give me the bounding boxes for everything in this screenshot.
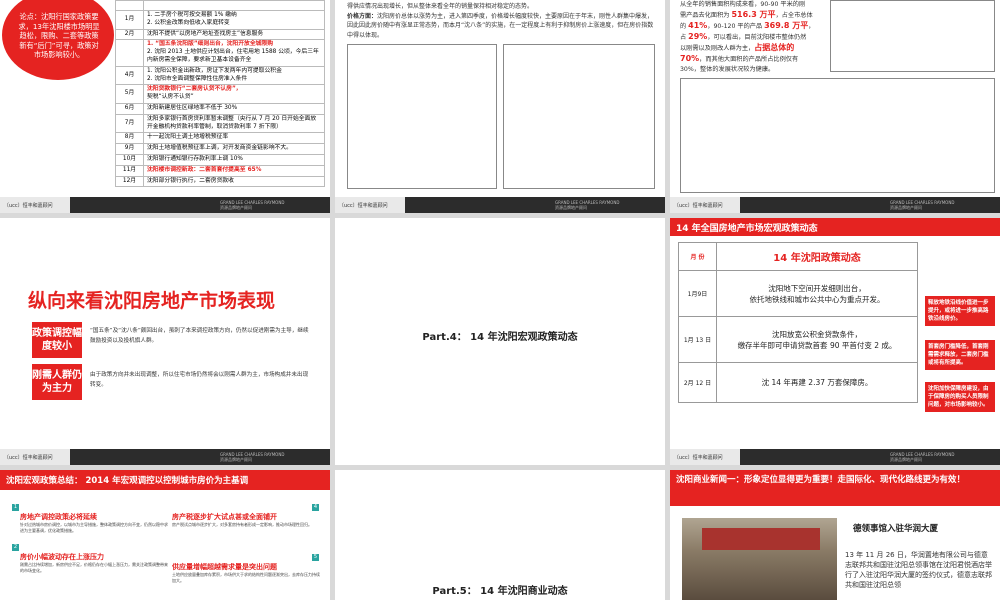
- desc-demand: 由于政策方向并未出现调整，所以住宅市场仍然将会以刚需人群为主，市场构成并未出现转…: [90, 372, 309, 388]
- footer-bar: 〔ucc〕恒丰和嘉顾问 GRAND LEE CHARLES RAYMOND 资源…: [670, 197, 1000, 213]
- note-box: 释放地铁沿线价值进一步提升，或将进一步推高路铁沿线房价。: [925, 296, 995, 326]
- footer-tagline: GRAND LEE CHARLES RAYMOND 资源品牌地产顾问: [890, 452, 955, 462]
- policy-dynamics-table: 月 份 14 年沈阳政策动态 1月9日 沈阳地下空间开发细则出台， 依托地铁线和…: [678, 242, 918, 403]
- table-row: 8月 十一起沈阳土调土地增税预征率: [115, 132, 325, 145]
- label-policy: 政策调控幅度较小: [32, 322, 82, 358]
- footer-bar: 〔ucc〕恒丰和嘉顾问 GRAND LEE CHARLES RAYMOND 资源…: [335, 197, 665, 213]
- footer-tagline: GRAND LEE CHARLES RAYMOND 资源品牌地产顾问: [890, 200, 955, 210]
- note-box: 首套房门槛降低，首套刚需需求释放，二套房门槛或将有所提高。: [925, 340, 995, 370]
- item-number: 5: [312, 554, 319, 561]
- item-number: 2: [12, 544, 19, 551]
- table-row: 4月 1. 沈阳公积金出新政，房证下发两年内可提取公积金 2. 沈阳市全面调整保障…: [115, 65, 325, 86]
- table-row: 1. “国五条沈阳版”细则出台，沈阳开放全城限购 2. 沈阳 2013 土地供应计…: [115, 39, 325, 67]
- summary-item: 房产税逐步扩大试点甚或全面铺开 房产税试点城市逐步扩大，对多套房持有者形成一定影响…: [172, 513, 312, 527]
- table-header-row: 月 份 14 年沈阳政策动态: [678, 242, 918, 271]
- note-box: 沈阳加快保障房建设，由于保障房的购买人员限制问题，对市场影响较小。: [925, 382, 995, 412]
- slide-market-overview[interactable]: 纵向来看沈阳房地产市场表现 政策调控幅度较小 “国五条”及“沈八条”颇回出台，虽…: [0, 218, 330, 465]
- company-logo: 〔ucc〕恒丰和嘉顾问: [670, 449, 740, 465]
- company-logo: 〔ucc〕恒丰和嘉顾问: [0, 449, 70, 465]
- footer-tagline: GRAND LEE CHARLES RAYMOND 资源品牌地产顾问: [220, 452, 285, 462]
- table-row: 2月 沈阳不提供“以房地产地址查找房主”信息服务: [115, 28, 325, 41]
- slide-policy-summary[interactable]: 沈阳宏观政策总结： 2014 年宏观调控以控制城市房价为主基调 1 房地产调控政…: [0, 470, 330, 600]
- slide-part5-divider[interactable]: Part.5： 14 年沈阳商业动态: [335, 470, 665, 600]
- item-number: 1: [12, 504, 19, 511]
- chart-placeholder-right: [503, 44, 655, 189]
- news-photo: [682, 518, 837, 600]
- slide-part4-divider[interactable]: Part.4： 14 年沈阳宏观政策动态: [335, 218, 665, 465]
- slide-policy-timeline[interactable]: 论点：沈阳行国家政策要求，13年沈阳楼市场明显趋松，限购、二套等政策新有“后门”…: [0, 0, 330, 213]
- chart-placeholder-top: [830, 0, 995, 72]
- argument-oval: 论点：沈阳行国家政策要求，13年沈阳楼市场明显趋松，限购、二套等政策新有“后门”…: [2, 0, 114, 80]
- ceremony-banner: [702, 528, 820, 550]
- table-row: 12月 沈阳部分银行执行，二套房贷款收: [115, 175, 325, 188]
- item-number: 4: [312, 504, 319, 511]
- table-row: 9月 沈阳土地增值税预征率上调，对开发商资金链影响不大。: [115, 143, 325, 155]
- footer-bar: 〔ucc〕恒丰和嘉顾问 GRAND LEE CHARLES RAYMOND 资源…: [0, 449, 330, 465]
- summary-item: 房地产调控政策必将延续 针对过热城市房价调控，以城市为主导措施，整体政策调控方向不…: [20, 513, 168, 533]
- chart-placeholder-left: [347, 44, 497, 189]
- label-demand: 刚需人群仍为主力: [32, 364, 82, 400]
- company-logo: 〔ucc〕恒丰和嘉顾问: [670, 197, 740, 213]
- supply-paragraph: 得供应情况出现增长，但从整体来看全年的销量保持相对稳定的态势。 价格方面：沈阳房…: [347, 3, 654, 39]
- summary-item: 供应量增幅超越需求量是突出问题 土地供应放量叠加库存累积，市场供大于求的结构性问题…: [172, 563, 320, 583]
- part-title: Part.5： 14 年沈阳商业动态: [432, 586, 568, 597]
- table-row: 1月9日 沈阳地下空间开发细则出台， 依托地铁线和城市公共中心为重点开发。: [678, 270, 918, 317]
- slide-header: 14 年全国房地产市场宏观政策动态: [670, 218, 1000, 236]
- footer-bar: 〔ucc〕恒丰和嘉顾问 GRAND LEE CHARLES RAYMOND 资源…: [0, 197, 330, 213]
- table-row: 1月 1. 二手房个税可按交易额 1% 缴纳 2. 公积金改策向低收入家庭转变: [115, 10, 325, 30]
- table-row: 10月 沈阳银行通知银行存款利率上调 10%: [115, 153, 325, 166]
- slide-header: 沈阳宏观政策总结： 2014 年宏观调控以控制城市房价为主基调: [0, 470, 330, 490]
- summary-item: 房价小幅波动存在上涨压力 刚需占比持续增加，新房供应不足，价格仍存在小幅上涨压力，…: [20, 553, 168, 573]
- policy-table: 1月 1. 二手房个税可按交易额 1% 缴纳 2. 公积金改策向低收入家庭转变 2…: [115, 0, 325, 188]
- company-logo: 〔ucc〕恒丰和嘉顾问: [0, 197, 70, 213]
- footer-tagline: GRAND LEE CHARLES RAYMOND 资源品牌地产顾问: [555, 200, 620, 210]
- news-title: 德领事馆入驻华润大厦: [853, 524, 939, 534]
- table-row: 2月 12 日 沈 14 年再建 2.37 万套保障房。: [678, 362, 918, 403]
- slide-commercial-news[interactable]: 沈阳商业新闻一：形象定位显得更为重要！走国际化、现代化路线更为有效！ 德领事馆入…: [670, 470, 1000, 600]
- table-row: 7月 沈阳多家银行首房贷利率暂未调整（央行从 7 月 20 日开始全面放开金融机构…: [115, 113, 325, 134]
- table-row: [115, 0, 325, 11]
- slide-sales-structure[interactable]: 从全年的销售面积构成来看，90-90 平米的刚 需产品去化面积为 516.3 万…: [670, 0, 1000, 213]
- news-body: 13 年 11 月 26 日，华润置地有限公司与德意志联邦共和国驻沈阳总领事馆在…: [845, 551, 992, 589]
- table-row: 11月 沈阳楼市调控新政：二套首套付提高至 65%: [115, 164, 325, 177]
- slide-market-supply[interactable]: 得供应情况出现增长，但从整体来看全年的销量保持相对稳定的态势。 价格方面：沈阳房…: [335, 0, 665, 213]
- chart-placeholder-bottom: [680, 78, 995, 193]
- sales-paragraph: 从全年的销售面积构成来看，90-90 平米的刚 需产品去化面积为 516.3 万…: [680, 1, 815, 73]
- footer-tagline: GRAND LEE CHARLES RAYMOND 资源品牌地产顾问: [220, 200, 285, 210]
- company-logo: 〔ucc〕恒丰和嘉顾问: [335, 197, 405, 213]
- table-row: 1月 13 日 沈阳放宽公积金贷款条件， 缴存半年即可申请贷款首套 90 平首付…: [678, 316, 918, 363]
- table-row: 5月 沈阳贷款银行“二套房认贷不认房”， 契税“认房不认贷”: [115, 84, 325, 104]
- desc-policy: “国五条”及“沈八条”颇回出台，虽刺了本来调控政策方向，仍然以促进刚需为主导，继…: [90, 328, 309, 344]
- slide-national-policy[interactable]: 14 年全国房地产市场宏观政策动态 月 份 14 年沈阳政策动态 1月9日 沈阳…: [670, 218, 1000, 465]
- footer-bar: 〔ucc〕恒丰和嘉顾问 GRAND LEE CHARLES RAYMOND 资源…: [670, 449, 1000, 465]
- part-title: Part.4： 14 年沈阳宏观政策动态: [422, 332, 578, 343]
- slide-title: 纵向来看沈阳房地产市场表现: [28, 290, 276, 312]
- table-row: 6月 沈阳新建居住区绿地率不低于 30%: [115, 102, 325, 115]
- slide-header: 沈阳商业新闻一：形象定位显得更为重要！走国际化、现代化路线更为有效！: [670, 470, 1000, 506]
